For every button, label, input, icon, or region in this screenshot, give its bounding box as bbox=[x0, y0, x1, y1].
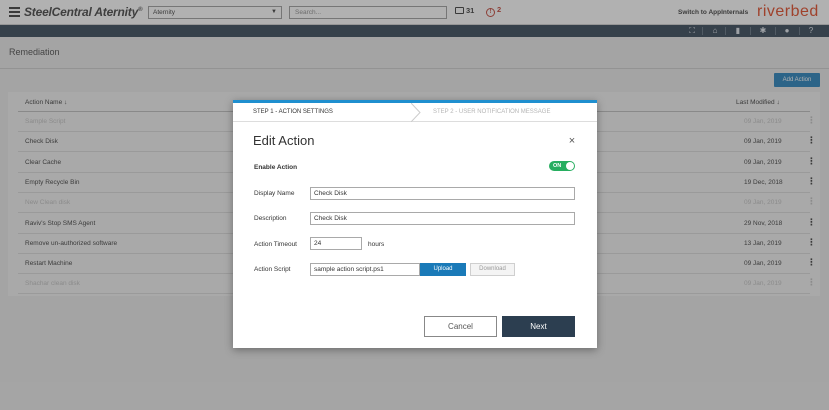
display-name-field[interactable]: Check Disk bbox=[310, 187, 575, 200]
step-2-tab[interactable]: STEP 2 - USER NOTIFICATION MESSAGE bbox=[433, 109, 550, 115]
action-timeout-label: Action Timeout bbox=[254, 241, 297, 248]
download-button[interactable]: Download bbox=[470, 263, 515, 276]
timeout-units-label: hours bbox=[368, 241, 385, 248]
description-field[interactable]: Check Disk bbox=[310, 212, 575, 225]
enable-action-toggle[interactable]: ON bbox=[549, 161, 575, 171]
wizard-steps: STEP 1 - ACTION SETTINGS STEP 2 - USER N… bbox=[233, 103, 597, 122]
dialog-title: Edit Action bbox=[253, 133, 315, 148]
edit-action-dialog: STEP 1 - ACTION SETTINGS STEP 2 - USER N… bbox=[233, 100, 597, 348]
close-icon[interactable]: × bbox=[567, 135, 577, 147]
description-label: Description bbox=[254, 215, 287, 222]
action-script-label: Action Script bbox=[254, 266, 291, 273]
display-name-label: Display Name bbox=[254, 190, 295, 197]
next-button[interactable]: Next bbox=[502, 316, 575, 337]
upload-button[interactable]: Upload bbox=[420, 263, 466, 276]
cancel-button[interactable]: Cancel bbox=[424, 316, 497, 337]
toggle-knob bbox=[566, 162, 574, 170]
step-divider-icon bbox=[411, 103, 421, 122]
toggle-text: ON bbox=[553, 162, 562, 169]
enable-action-label: Enable Action bbox=[254, 164, 298, 171]
action-timeout-field[interactable]: 24 bbox=[310, 237, 362, 250]
step-1-tab[interactable]: STEP 1 - ACTION SETTINGS bbox=[253, 109, 333, 115]
action-script-field[interactable]: sample action script.ps1 bbox=[310, 263, 420, 276]
